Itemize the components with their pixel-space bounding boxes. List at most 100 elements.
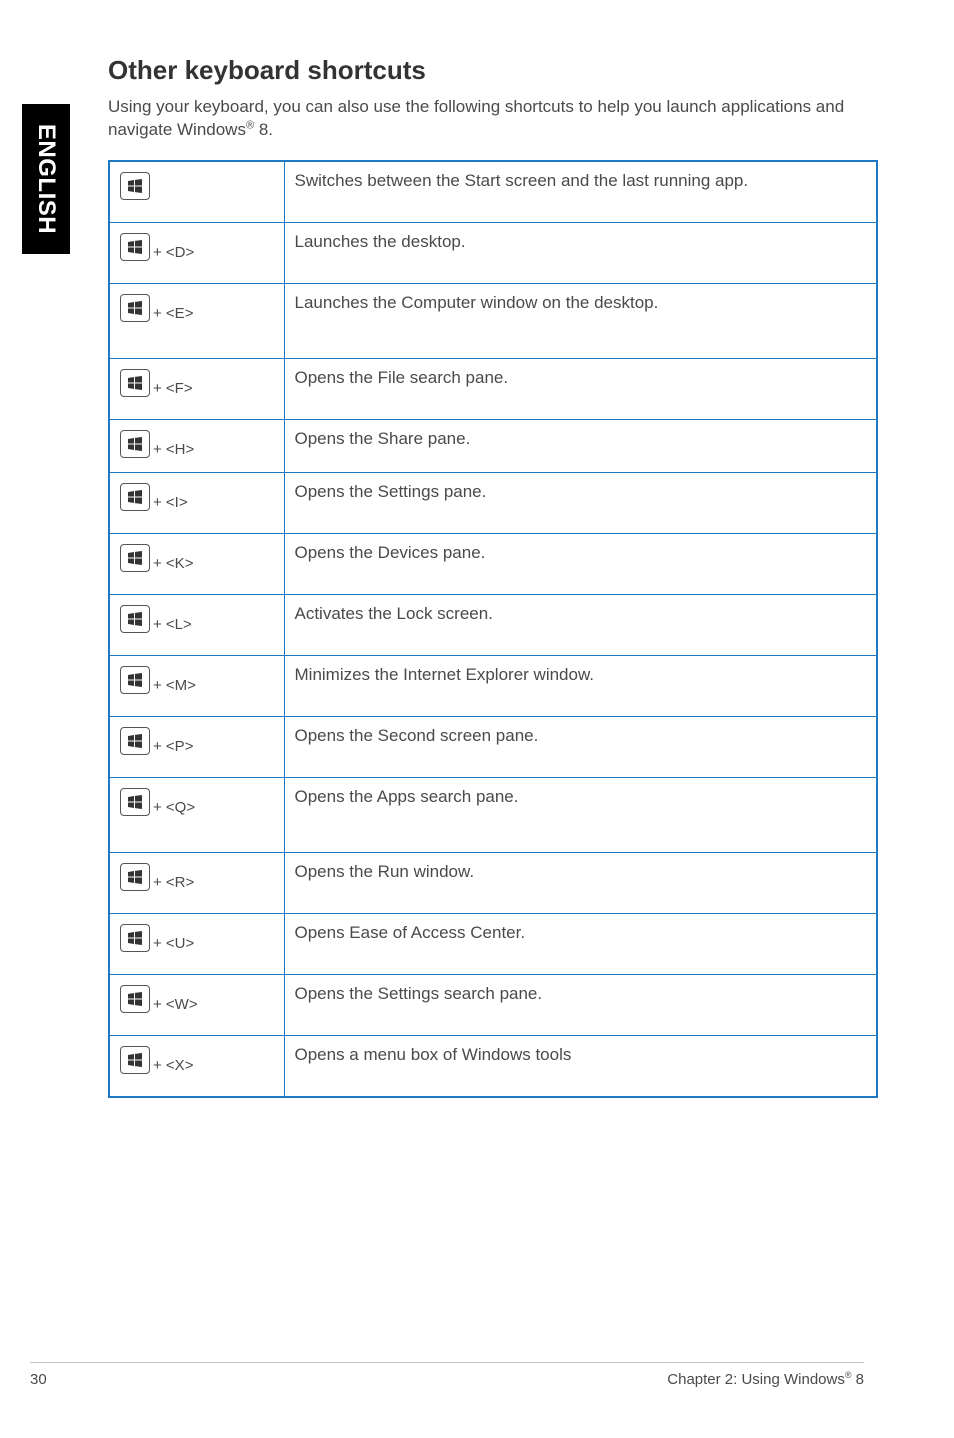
windows-key-icon — [120, 727, 150, 755]
key-suffix: + <L> — [153, 615, 192, 635]
shortcut-key-cell: + <L> — [109, 594, 284, 655]
shortcut-desc: Activates the Lock screen. — [284, 594, 877, 655]
shortcut-key-cell: + <R> — [109, 852, 284, 913]
key-suffix: + <R> — [153, 873, 194, 893]
windows-key-icon — [120, 666, 150, 694]
intro-paragraph: Using your keyboard, you can also use th… — [108, 96, 878, 142]
windows-key-icon — [120, 369, 150, 397]
intro-text-1: Using your keyboard, you can also use th… — [108, 97, 844, 139]
table-row: + <L> Activates the Lock screen. — [109, 594, 877, 655]
page-number: 30 — [30, 1371, 47, 1388]
table-row: + <E> Launches the Computer window on th… — [109, 283, 877, 358]
shortcut-desc: Opens the Settings search pane. — [284, 974, 877, 1035]
key-suffix: + <I> — [153, 493, 188, 513]
table-row: + <F> Opens the File search pane. — [109, 358, 877, 419]
section-heading: Other keyboard shortcuts — [108, 55, 878, 86]
shortcut-desc: Opens Ease of Access Center. — [284, 913, 877, 974]
windows-key-icon — [120, 483, 150, 511]
key-suffix: + <F> — [153, 379, 193, 399]
shortcut-desc: Launches the Computer window on the desk… — [284, 283, 877, 358]
windows-key-icon — [120, 172, 150, 200]
table-row: + <R> Opens the Run window. — [109, 852, 877, 913]
key-group: + <I> — [120, 483, 188, 511]
language-tab: ENGLISH — [22, 104, 70, 254]
shortcut-desc: Opens a menu box of Windows tools — [284, 1035, 877, 1097]
key-group: + <U> — [120, 924, 194, 952]
key-suffix: + <W> — [153, 995, 198, 1015]
table-row: + <I> Opens the Settings pane. — [109, 472, 877, 533]
shortcut-key-cell: + <U> — [109, 913, 284, 974]
key-group: + <P> — [120, 727, 193, 755]
key-group: + <L> — [120, 605, 192, 633]
key-suffix: + <H> — [153, 440, 194, 460]
key-group: + <E> — [120, 294, 193, 322]
key-suffix: + <D> — [153, 243, 194, 263]
shortcut-desc: Opens the Second screen pane. — [284, 716, 877, 777]
windows-key-icon — [120, 294, 150, 322]
key-suffix: + <P> — [153, 737, 193, 757]
key-suffix: + <E> — [153, 304, 193, 324]
key-suffix: + <U> — [153, 934, 194, 954]
key-group: + <W> — [120, 985, 198, 1013]
shortcut-key-cell: + <D> — [109, 222, 284, 283]
table-row: + <M> Minimizes the Internet Explorer wi… — [109, 655, 877, 716]
windows-key-icon — [120, 430, 150, 458]
shortcut-key-cell: + <M> — [109, 655, 284, 716]
shortcut-desc: Opens the Settings pane. — [284, 472, 877, 533]
page: ENGLISH Other keyboard shortcuts Using y… — [0, 0, 954, 1438]
table-row: + <P> Opens the Second screen pane. — [109, 716, 877, 777]
table-row: + <U> Opens Ease of Access Center. — [109, 913, 877, 974]
main-content: Other keyboard shortcuts Using your keyb… — [108, 55, 878, 1098]
intro-text-2: 8. — [254, 120, 273, 139]
registered-symbol: ® — [246, 119, 254, 131]
table-row: + <H> Opens the Share pane. — [109, 419, 877, 472]
windows-key-icon — [120, 863, 150, 891]
chapter-text-2: 8 — [851, 1371, 864, 1388]
page-footer: 30 Chapter 2: Using Windows® 8 — [30, 1362, 864, 1388]
windows-key-icon — [120, 924, 150, 952]
shortcut-key-cell: + <W> — [109, 974, 284, 1035]
key-suffix: + <M> — [153, 676, 196, 696]
shortcut-desc: Minimizes the Internet Explorer window. — [284, 655, 877, 716]
shortcut-key-cell: + <P> — [109, 716, 284, 777]
table-row: + <X> Opens a menu box of Windows tools — [109, 1035, 877, 1097]
shortcut-desc: Switches between the Start screen and th… — [284, 161, 877, 223]
key-group: + <X> — [120, 1046, 193, 1074]
windows-key-icon — [120, 1046, 150, 1074]
table-row: + <W> Opens the Settings search pane. — [109, 974, 877, 1035]
windows-key-icon — [120, 233, 150, 261]
windows-key-icon — [120, 985, 150, 1013]
key-suffix: + <Q> — [153, 798, 195, 818]
language-tab-label: ENGLISH — [32, 124, 60, 234]
shortcut-key-cell: + <H> — [109, 419, 284, 472]
shortcut-key-cell: + <Q> — [109, 777, 284, 852]
table-row: + <K> Opens the Devices pane. — [109, 533, 877, 594]
shortcut-key-cell: + <I> — [109, 472, 284, 533]
key-suffix: + <X> — [153, 1056, 193, 1076]
windows-key-icon — [120, 605, 150, 633]
key-group: + <Q> — [120, 788, 195, 816]
key-group: + <D> — [120, 233, 194, 261]
shortcut-desc: Opens the Share pane. — [284, 419, 877, 472]
table-row: Switches between the Start screen and th… — [109, 161, 877, 223]
key-group: + <F> — [120, 369, 193, 397]
shortcut-desc: Opens the File search pane. — [284, 358, 877, 419]
table-row: + <D> Launches the desktop. — [109, 222, 877, 283]
table-row: + <Q> Opens the Apps search pane. — [109, 777, 877, 852]
key-group: + <M> — [120, 666, 196, 694]
windows-key-icon — [120, 544, 150, 572]
shortcut-desc: Opens the Apps search pane. — [284, 777, 877, 852]
key-group: + <R> — [120, 863, 194, 891]
shortcut-key-cell — [109, 161, 284, 223]
shortcut-desc: Launches the desktop. — [284, 222, 877, 283]
shortcut-desc: Opens the Devices pane. — [284, 533, 877, 594]
chapter-label: Chapter 2: Using Windows® 8 — [667, 1371, 864, 1388]
shortcut-key-cell: + <F> — [109, 358, 284, 419]
key-suffix: + <K> — [153, 554, 193, 574]
shortcut-desc: Opens the Run window. — [284, 852, 877, 913]
shortcuts-table: Switches between the Start screen and th… — [108, 160, 878, 1098]
key-group: + <K> — [120, 544, 193, 572]
shortcut-key-cell: + <X> — [109, 1035, 284, 1097]
windows-key-icon — [120, 788, 150, 816]
chapter-text-1: Chapter 2: Using Windows — [667, 1371, 845, 1388]
